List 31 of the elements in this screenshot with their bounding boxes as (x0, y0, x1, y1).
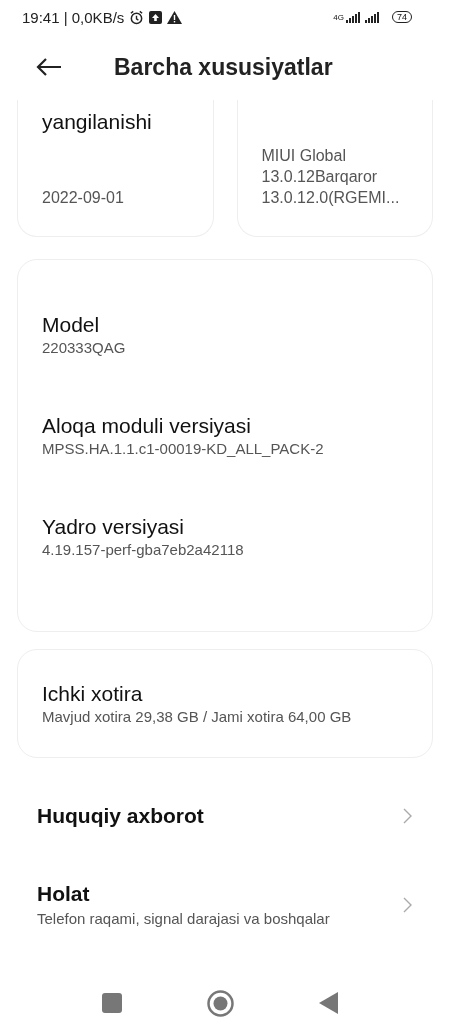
back-icon[interactable] (319, 992, 338, 1014)
item-label: Model (42, 312, 101, 338)
item-value: 220333QAG (42, 338, 127, 358)
settings-row[interactable]: Huquqiy axborot (0, 792, 450, 840)
back-arrow-icon[interactable] (36, 58, 62, 76)
item-label: Ichki xotira (42, 680, 144, 707)
row-title: Holat (37, 881, 91, 907)
chevron-right-icon (403, 808, 412, 824)
item-label: Aloqa moduli versiyasi (42, 413, 252, 439)
signal-icon (365, 11, 379, 23)
upload-icon (149, 10, 163, 24)
update-date: 2022-09-01 (42, 188, 125, 208)
home-icon[interactable] (207, 989, 234, 1017)
warning-icon (167, 10, 183, 24)
card-background[interactable]: MIUI Global 13.0.12Barqaror 13.0.12.0(RGEMI... (236, 100, 433, 237)
page-title: Barcha xususiyatlar (114, 53, 333, 81)
signal-icon (346, 11, 360, 23)
row-title: Huquqiy axborot (37, 803, 204, 829)
item-value: 4.19.157-perf-gba7eb2a42118 (42, 540, 245, 560)
alarm-icon (129, 9, 145, 25)
update-title: yangilanishi (42, 110, 153, 135)
item-label: Yadro versiyasi (42, 514, 185, 540)
row-subtitle: Telefon raqami, signal darajasi va boshqalar (37, 909, 330, 929)
status-time: 19:41 | 0,0KB/s (22, 8, 125, 26)
settings-row[interactable]: Holat Telefon raqami, signal darajasi va boshqalar (0, 870, 450, 940)
network-type: 4G (333, 12, 344, 22)
chevron-right-icon (403, 897, 412, 913)
item-value: MPSS.HA.1.1.c1-00019-KD_ALL_PACK-2 (42, 439, 325, 459)
card-background[interactable]: yangilanishi 2022-09-01 (17, 100, 214, 237)
item-value: Mavjud xotira 29,38 GB / Jami xotira 64,00 GB (42, 706, 353, 727)
miui-version: MIUI Global 13.0.12Barqaror 13.0.12.0(RGEMI... (261, 146, 401, 208)
